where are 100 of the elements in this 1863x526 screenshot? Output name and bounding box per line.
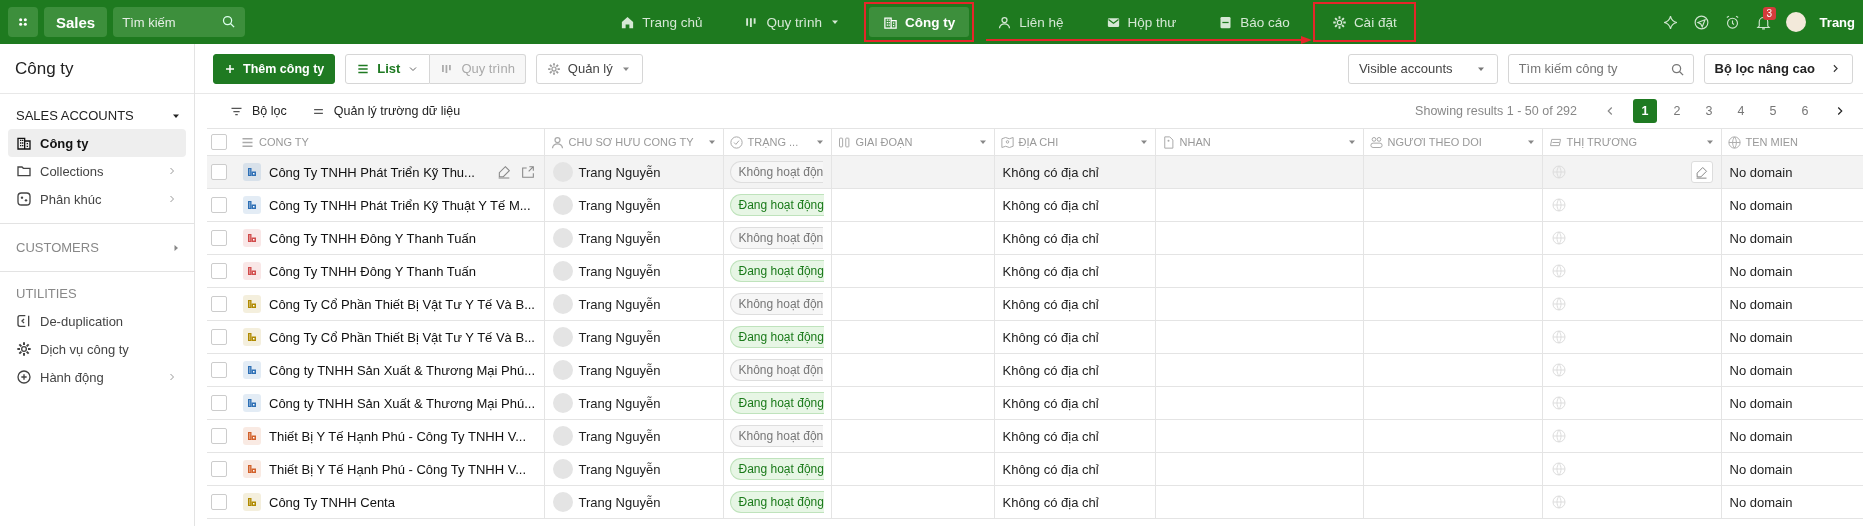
- company-link[interactable]: Công Ty Cổ Phần Thiết Bị Vật Tư Y Tế Và B...: [269, 296, 535, 312]
- search-field[interactable]: Tìm kiếm: [113, 7, 246, 37]
- page-button[interactable]: 4: [1729, 99, 1753, 123]
- page-button[interactable]: 3: [1697, 99, 1721, 123]
- nav-tab[interactable]: Quy trình: [730, 7, 855, 37]
- table-row[interactable]: Công Ty TNHH Đông Y Thanh Tuấn Trang Nguyễn Không hoạt độn Không có địa chỉ No domain: [207, 221, 1863, 255]
- search-icon: [221, 14, 237, 29]
- table-row[interactable]: Công ty TNHH Sản Xuất & Thương Mại Phú... Trang Nguyễn Đang hoạt động Không có địa chỉ No domain: [207, 386, 1863, 420]
- table-row[interactable]: Công ty TNHH Sản Xuất & Thương Mại Phú... Trang Nguyễn Không hoạt độn Không có địa chỉ No domain: [207, 353, 1863, 387]
- page-button[interactable]: 5: [1761, 99, 1785, 123]
- table-cell: Không có địa chỉ: [1002, 461, 1099, 477]
- row-checkbox[interactable]: [211, 164, 227, 180]
- status-tag[interactable]: Đang hoạt động: [729, 491, 824, 513]
- nav-tab[interactable]: Báo cáo: [1204, 7, 1304, 37]
- manage-button[interactable]: Quản lý: [535, 53, 643, 84]
- view-tab[interactable]: List: [345, 53, 431, 84]
- page-button[interactable]: 6: [1793, 99, 1817, 123]
- company-link[interactable]: Thiết Bị Y Tế Hạnh Phú - Công Ty TNHH V...: [269, 461, 526, 477]
- nav-tab[interactable]: Cài đặt: [1317, 7, 1411, 37]
- company-link[interactable]: Công ty TNHH Sản Xuất & Thương Mại Phú...: [269, 362, 536, 378]
- company-link[interactable]: Công Ty TNHH Đông Y Thanh Tuấn: [269, 230, 476, 246]
- column-header[interactable]: THỊ TRƯƠNG: [1566, 136, 1638, 148]
- nav-tab[interactable]: Liên hệ: [983, 7, 1078, 37]
- page-button[interactable]: 2: [1665, 99, 1689, 123]
- column-header[interactable]: TEN MIEN: [1745, 136, 1799, 148]
- sidebar-item[interactable]: Công ty: [8, 129, 186, 157]
- select-all-checkbox[interactable]: [211, 134, 227, 150]
- apps-button[interactable]: [8, 7, 38, 37]
- table-cell: Không có địa chỉ: [1002, 263, 1099, 279]
- home-icon: [620, 14, 636, 30]
- status-tag[interactable]: Đang hoạt động: [729, 326, 824, 348]
- section-header[interactable]: SALES ACCOUNTS: [0, 102, 194, 129]
- table-row[interactable]: Công Ty TNHH Centa Trang Nguyễn Đang hoạt động Không có địa chỉ No domain: [207, 485, 1863, 519]
- row-checkbox[interactable]: [211, 296, 227, 312]
- row-checkbox[interactable]: [211, 362, 227, 378]
- sidebar-item[interactable]: De-duplication: [8, 307, 186, 335]
- user-name[interactable]: Trang: [1819, 14, 1855, 30]
- column-header[interactable]: ĐỊA CHI: [1018, 136, 1059, 148]
- column-header[interactable]: GIAI ĐOẠN: [855, 136, 913, 148]
- table-row[interactable]: Công Ty TNHH Đông Y Thanh Tuấn Trang Nguyễn Đang hoạt động Không có địa chỉ No domain: [207, 254, 1863, 288]
- status-tag[interactable]: Đang hoạt động: [729, 260, 824, 282]
- company-link[interactable]: Công ty TNHH Sản Xuất & Thương Mại Phú...: [269, 395, 536, 411]
- table-row[interactable]: Công Ty Cổ Phần Thiết Bị Vật Tư Y Tế Và B... Trang Nguyễn Đang hoạt động Không có địa chỉ No domain: [207, 320, 1863, 354]
- visibility-dropdown[interactable]: Visible accounts: [1347, 53, 1498, 84]
- company-link[interactable]: Công Ty Cổ Phần Thiết Bị Vật Tư Y Tế Và B...: [269, 329, 535, 345]
- table-row[interactable]: Thiết Bị Y Tế Hạnh Phú - Công Ty TNHH V... Trang Nguyễn Không hoạt độn Không có địa chỉ No domain: [207, 419, 1863, 453]
- sidebar-item[interactable]: Phân khúc: [8, 185, 186, 213]
- globe-icon: [1550, 494, 1567, 510]
- row-checkbox[interactable]: [211, 329, 227, 345]
- owner-name: Trang Nguyễn: [578, 395, 661, 411]
- app-switcher[interactable]: Sales: [44, 7, 108, 37]
- nav-tab[interactable]: Hộp thư: [1091, 7, 1191, 37]
- share-button[interactable]: [519, 164, 536, 180]
- globe-icon: [1550, 428, 1567, 444]
- row-checkbox[interactable]: [211, 230, 227, 246]
- row-checkbox[interactable]: [211, 395, 227, 411]
- manage-fields-button[interactable]: Quản lý trường dữ liệu: [302, 99, 469, 123]
- row-checkbox[interactable]: [211, 428, 227, 444]
- row-checkbox[interactable]: [211, 263, 227, 279]
- table-row[interactable]: Công Ty Cổ Phần Thiết Bị Vật Tư Y Tế Và B... Trang Nguyễn Không hoạt độn Không có địa chỉ No domain: [207, 287, 1863, 321]
- column-header[interactable]: NHAN: [1179, 136, 1211, 148]
- sidebar-item[interactable]: Dịch vụ công ty: [8, 335, 186, 363]
- row-checkbox[interactable]: [211, 461, 227, 477]
- notification-badge: 3: [1762, 6, 1777, 20]
- nav-tab[interactable]: Công ty: [868, 7, 970, 37]
- status-tag[interactable]: Đang hoạt động: [729, 458, 824, 480]
- owner-name: Trang Nguyễn: [578, 362, 661, 378]
- table-row[interactable]: Thiết Bị Y Tế Hạnh Phú - Công Ty TNHH V... Trang Nguyễn Đang hoạt động Không có địa chỉ No domain: [207, 452, 1863, 486]
- column-header[interactable]: CONG TY: [259, 136, 309, 148]
- search-field[interactable]: Tìm kiếm công ty: [1507, 53, 1694, 84]
- section-header[interactable]: CUSTOMERS: [0, 234, 194, 261]
- avatar[interactable]: [1785, 12, 1806, 32]
- table-row[interactable]: Công Ty TNHH Phát Triển Kỹ Thu... Trang Nguyễn Không hoạt độn Không có địa chỉ No domain: [207, 155, 1863, 189]
- globe-icon: [1550, 461, 1567, 477]
- map-icon: [999, 134, 1015, 150]
- company-link[interactable]: Công Ty TNHH Centa: [269, 494, 395, 510]
- avatar: [552, 228, 573, 248]
- share-icon: [519, 164, 536, 180]
- sidebar-item[interactable]: Collections: [8, 157, 186, 185]
- page-button[interactable]: 1: [1633, 99, 1657, 123]
- table-cell: No domain: [1729, 362, 1793, 378]
- nav-tab[interactable]: Trang chủ: [606, 7, 717, 37]
- filter-button[interactable]: Bộ lọc: [221, 99, 295, 123]
- add-company-button[interactable]: Thêm công ty: [213, 53, 336, 84]
- table-cell: No domain: [1729, 296, 1793, 312]
- table-cell: Không có địa chỉ: [1002, 428, 1099, 444]
- plus-icon: [16, 369, 32, 385]
- advanced-filter-button[interactable]: Bộ lọc nâng cao: [1703, 53, 1853, 84]
- edit-button[interactable]: [1690, 161, 1713, 183]
- company-link[interactable]: Công Ty TNHH Đông Y Thanh Tuấn: [269, 263, 476, 279]
- sidebar-item[interactable]: Hành động: [8, 363, 186, 391]
- row-checkbox[interactable]: [211, 494, 227, 510]
- row-checkbox[interactable]: [211, 197, 227, 213]
- status-tag[interactable]: Đang hoạt động: [729, 392, 824, 414]
- owner-name: Trang Nguyễn: [578, 197, 661, 213]
- company-link[interactable]: Thiết Bị Y Tế Hạnh Phú - Công Ty TNHH V...: [269, 428, 526, 444]
- owner-name: Trang Nguyễn: [578, 296, 661, 312]
- table-row[interactable]: Công Ty TNHH Phát Triển Kỹ Thuật Y Tế M... Trang Nguyễn Đang hoạt động Không có địa chỉ No domain: [207, 188, 1863, 222]
- status-tag[interactable]: Đang hoạt động: [729, 194, 824, 216]
- company-link[interactable]: Công Ty TNHH Phát Triển Kỹ Thuật Y Tế M...: [269, 197, 531, 213]
